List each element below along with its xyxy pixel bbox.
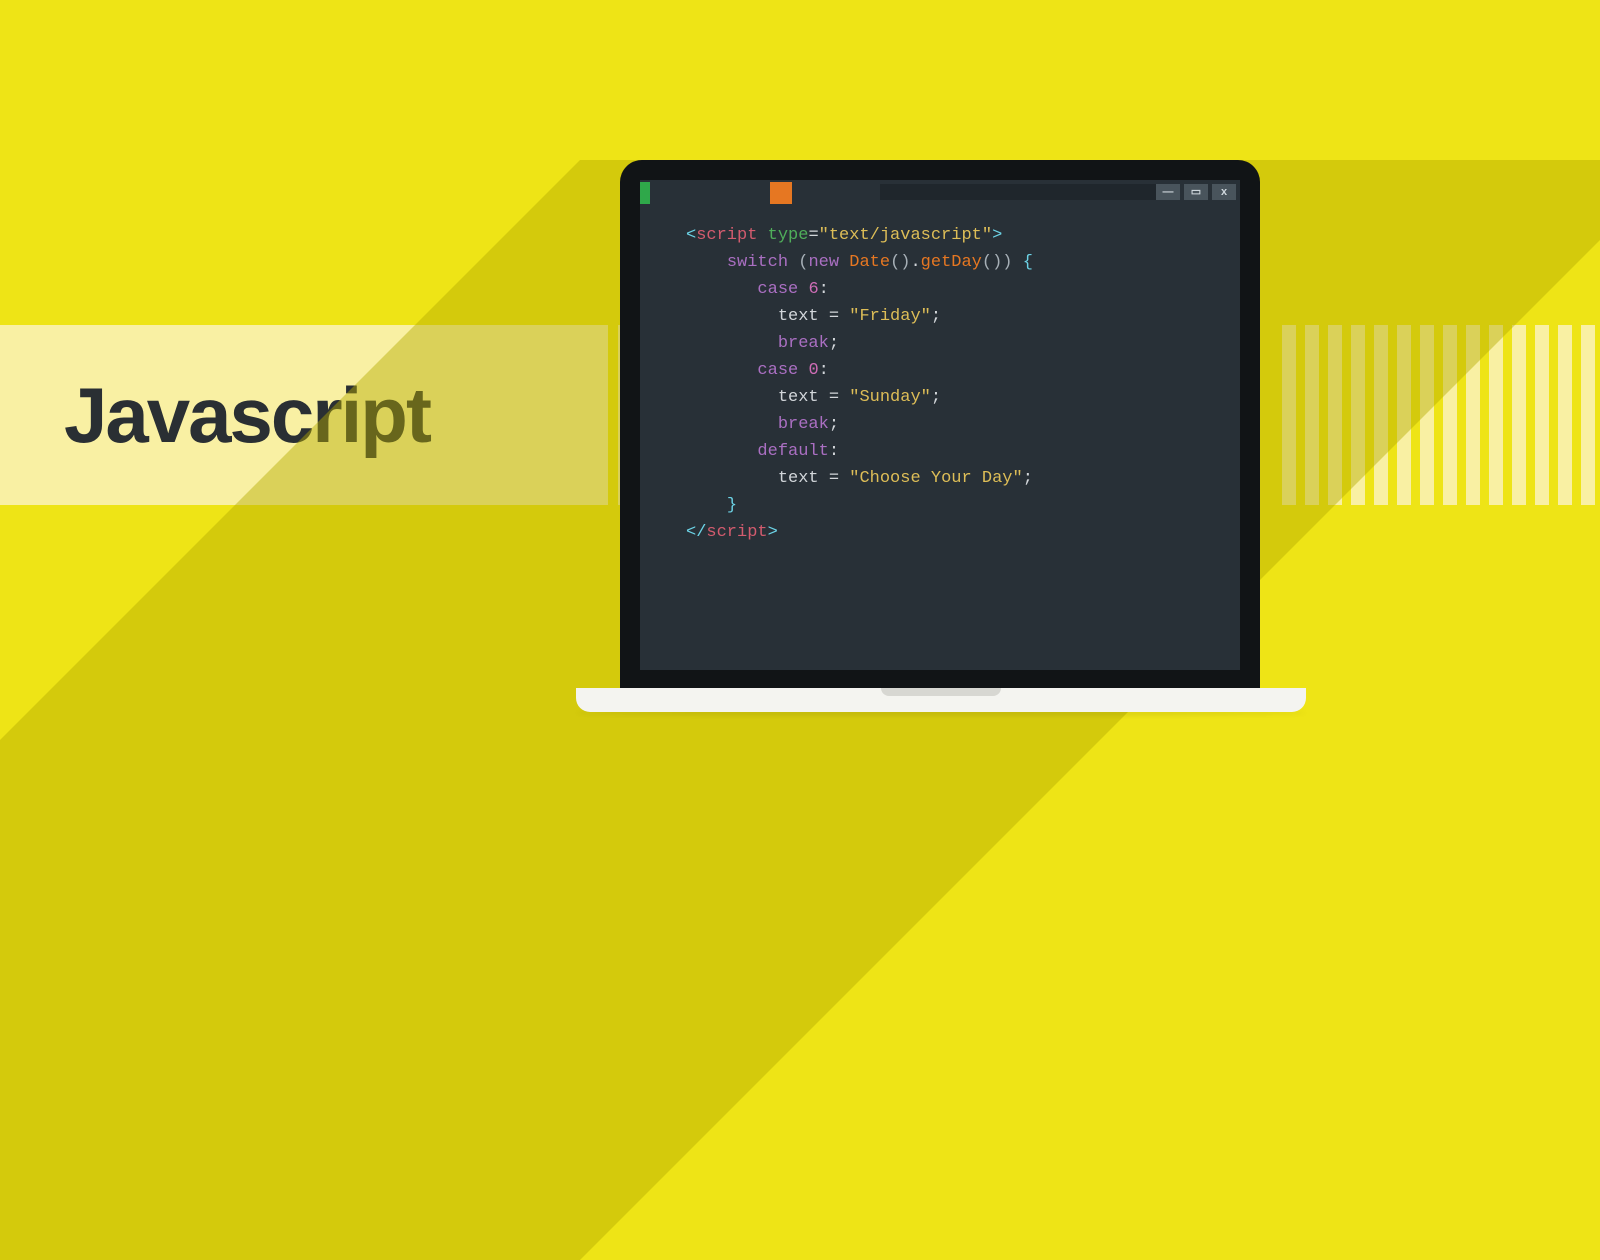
- code-token: [839, 388, 849, 407]
- code-editor-window: — ▭ x <script type="text/javascript"> sw…: [640, 180, 1240, 670]
- code-token: type: [768, 226, 809, 245]
- code-token: Date: [849, 253, 890, 272]
- stripe: [1512, 325, 1526, 505]
- stripe: [1374, 325, 1388, 505]
- stripe: [1351, 325, 1365, 505]
- code-token: =: [808, 226, 818, 245]
- stripe: [1581, 325, 1595, 505]
- code-token: ;: [829, 334, 839, 353]
- stripe: [1489, 325, 1503, 505]
- code-token: {: [1023, 253, 1033, 272]
- code-token: [819, 388, 829, 407]
- code-token: /: [696, 523, 706, 542]
- laptop-screen-frame: — ▭ x <script type="text/javascript"> sw…: [620, 160, 1260, 690]
- code-block: <script type="text/javascript"> switch (…: [686, 222, 1033, 546]
- code-token: >: [992, 226, 1002, 245]
- code-token: (: [798, 253, 808, 272]
- code-token: "Friday": [849, 307, 931, 326]
- stripe: [1558, 325, 1572, 505]
- code-token: [788, 253, 798, 272]
- code-token: <: [686, 226, 696, 245]
- code-token: default: [757, 442, 828, 461]
- code-SP: [839, 253, 849, 272]
- code-token: "Sunday": [849, 388, 931, 407]
- stripe: [1420, 325, 1434, 505]
- code-token: .: [910, 253, 920, 272]
- code-token: text: [778, 388, 819, 407]
- code-token: ;: [1023, 469, 1033, 488]
- stripe: [1466, 325, 1480, 505]
- window-controls: — ▭ x: [1156, 184, 1236, 200]
- editor-address-bar: [880, 184, 1170, 200]
- editor-tab-marker-green: [640, 182, 650, 204]
- maximize-button[interactable]: ▭: [1184, 184, 1208, 200]
- code-token: :: [819, 280, 829, 299]
- stripe: [1305, 325, 1319, 505]
- laptop-notch: [881, 688, 1001, 696]
- code-token: :: [819, 361, 829, 380]
- code-token: case: [757, 361, 798, 380]
- code-token: script: [696, 226, 757, 245]
- editor-tab-marker-orange: [770, 182, 792, 204]
- page-title: Javascript: [64, 370, 430, 461]
- code-token: break: [778, 415, 829, 434]
- code-token: switch: [727, 253, 788, 272]
- code-token: ;: [931, 388, 941, 407]
- code-token: "text/javascript": [819, 226, 992, 245]
- code-token: [819, 469, 829, 488]
- code-token: text: [778, 307, 819, 326]
- code-token: [798, 280, 808, 299]
- code-token: [798, 361, 808, 380]
- laptop: — ▭ x <script type="text/javascript"> sw…: [620, 160, 1260, 690]
- code-token: =: [829, 388, 839, 407]
- code-token: getDay: [921, 253, 982, 272]
- stripe: [1443, 325, 1457, 505]
- close-button[interactable]: x: [1212, 184, 1236, 200]
- code-token: ()): [982, 253, 1013, 272]
- code-token: :: [829, 442, 839, 461]
- decorative-stripes-right: [1282, 325, 1595, 505]
- minimize-button[interactable]: —: [1156, 184, 1180, 200]
- code-token: }: [727, 496, 737, 515]
- code-token: break: [778, 334, 829, 353]
- code-token: >: [768, 523, 778, 542]
- stripe: [1282, 325, 1296, 505]
- stripe: [570, 325, 584, 505]
- code-token: <: [686, 523, 696, 542]
- stripe: [1328, 325, 1342, 505]
- code-token: [819, 307, 829, 326]
- code-token: ;: [829, 415, 839, 434]
- code-token: [1013, 253, 1023, 272]
- code-token: [757, 226, 767, 245]
- code-token: 0: [808, 361, 818, 380]
- code-token: [839, 469, 849, 488]
- code-token: script: [706, 523, 767, 542]
- code-token: ;: [931, 307, 941, 326]
- code-token: =: [829, 469, 839, 488]
- code-token: =: [829, 307, 839, 326]
- code-token: text: [778, 469, 819, 488]
- stripe: [1397, 325, 1411, 505]
- code-token: (): [890, 253, 910, 272]
- editor-titlebar: — ▭ x: [640, 180, 1240, 204]
- laptop-base: [576, 688, 1306, 712]
- code-token: case: [757, 280, 798, 299]
- code-token: new: [808, 253, 839, 272]
- code-token: 6: [808, 280, 818, 299]
- title-banner: Javascript: [0, 325, 600, 505]
- stripe: [1535, 325, 1549, 505]
- code-token: "Choose Your Day": [849, 469, 1022, 488]
- stripe: [594, 325, 608, 505]
- code-token: [839, 307, 849, 326]
